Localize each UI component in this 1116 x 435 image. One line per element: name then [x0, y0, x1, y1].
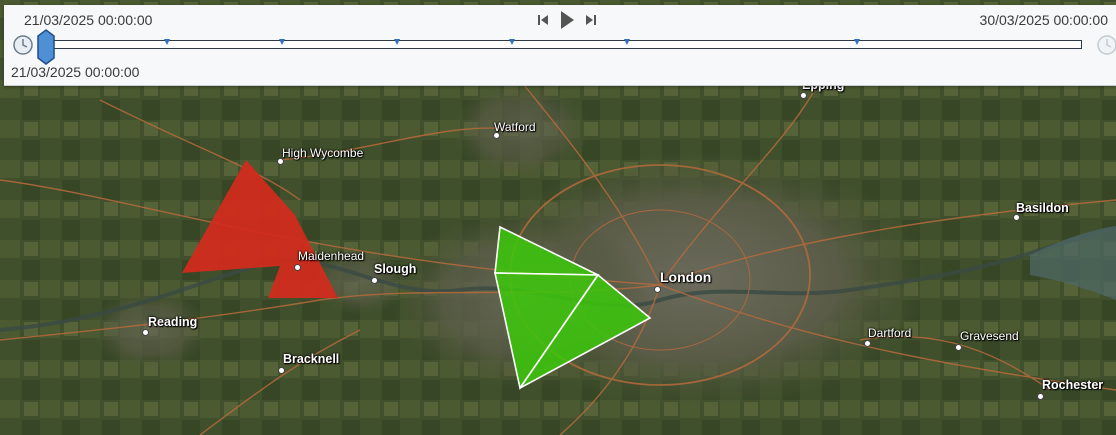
slider-thumb-icon — [37, 29, 55, 65]
place-label-maidenhead: Maidenhead — [298, 249, 365, 263]
place-label-high-wycombe: High Wycombe — [282, 146, 364, 160]
play-icon — [561, 11, 574, 29]
place-marker — [654, 286, 661, 293]
place-marker — [294, 264, 301, 271]
previous-button[interactable] — [534, 8, 552, 32]
time-slider-handle[interactable] — [35, 28, 57, 66]
place-marker — [278, 367, 285, 374]
skip-back-icon — [538, 15, 548, 25]
place-label-watford: Watford — [494, 120, 536, 134]
time-end-label: 30/03/2025 00:00:00 — [979, 12, 1108, 28]
time-start-label: 21/03/2025 00:00:00 — [24, 12, 153, 28]
place-label-reading: Reading — [148, 315, 198, 329]
playback-controls — [534, 8, 602, 32]
place-marker — [864, 340, 871, 347]
place-label-london: London — [660, 269, 712, 285]
place-marker — [142, 329, 149, 336]
clock-arrows-icon — [1097, 35, 1116, 55]
place-marker — [1037, 393, 1044, 400]
place-label-dartford: Dartford — [868, 326, 912, 340]
place-label-rochester: Rochester — [1042, 378, 1104, 392]
place-label-slough: Slough — [374, 262, 417, 276]
time-slider-tick — [624, 39, 630, 45]
play-button[interactable] — [556, 8, 578, 32]
time-extent-button[interactable] — [1096, 34, 1116, 56]
time-slider-tick — [164, 39, 170, 45]
time-slider-panel: 21/03/2025 00:00:00 30/03/2025 00:00:00 — [4, 5, 1116, 86]
place-marker — [955, 344, 962, 351]
time-slider-tick — [854, 39, 860, 45]
place-marker — [371, 277, 378, 284]
clock-icon — [13, 35, 33, 55]
time-slider-track[interactable] — [48, 39, 1082, 49]
time-slider-tick — [279, 39, 285, 45]
time-current-label: 21/03/2025 00:00:00 — [11, 64, 140, 80]
time-settings-button[interactable] — [12, 34, 34, 56]
place-marker — [1013, 214, 1020, 221]
place-marker — [800, 92, 807, 99]
place-label-gravesend: Gravesend — [960, 329, 1019, 343]
place-label-basildon: Basildon — [1016, 201, 1069, 215]
place-label-bracknell: Bracknell — [283, 352, 340, 366]
time-slider-tick — [394, 39, 400, 45]
time-slider-tick — [509, 39, 515, 45]
skip-forward-icon — [586, 15, 596, 25]
next-button[interactable] — [582, 8, 600, 32]
